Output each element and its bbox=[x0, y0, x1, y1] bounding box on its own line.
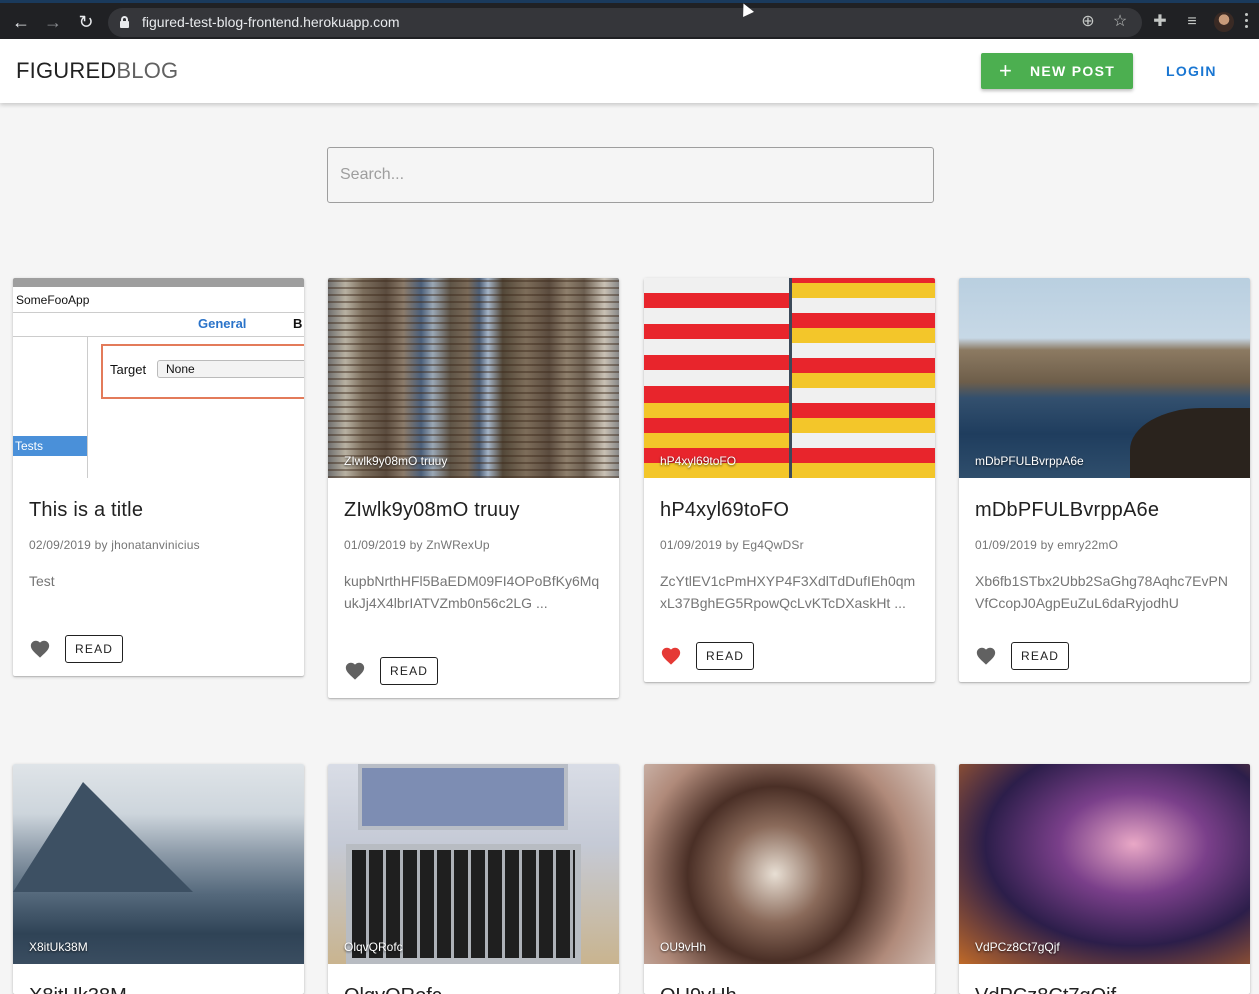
image-caption: ZIwlk9y08mO truuy bbox=[344, 454, 448, 468]
logo-light-text: BLOG bbox=[116, 58, 179, 83]
plus-icon: + bbox=[999, 58, 1014, 83]
login-link[interactable]: LOGIN bbox=[1166, 63, 1217, 79]
post-excerpt: ZcYtlEV1cPmHXYP4F3XdlTdDufIEh0qmxL37BghE… bbox=[660, 573, 916, 611]
post-image[interactable]: mDbPFULBvrppA6e bbox=[959, 278, 1250, 478]
read-button[interactable]: READ bbox=[380, 657, 439, 685]
image-caption: OlqvQRofc bbox=[344, 940, 403, 954]
read-button[interactable]: READ bbox=[65, 635, 124, 663]
url-text[interactable]: figured-test-blog-frontend.herokuapp.com bbox=[142, 8, 400, 37]
post-title[interactable]: hP4xyl69toFO bbox=[660, 499, 789, 522]
post-title[interactable]: VdPCz8Ct7gQjf bbox=[975, 985, 1116, 994]
post-title[interactable]: This is a title bbox=[29, 499, 143, 522]
post-card: OU9vHh OU9vHh bbox=[644, 764, 935, 994]
back-arrow-icon[interactable]: ← bbox=[10, 11, 32, 33]
search-input[interactable] bbox=[327, 147, 934, 203]
heart-icon[interactable] bbox=[344, 660, 366, 682]
post-card: mDbPFULBvrppA6e mDbPFULBvrppA6e 01/09/20… bbox=[959, 278, 1250, 682]
post-image[interactable]: X8itUk38M bbox=[13, 764, 304, 964]
post-image[interactable]: OlqvQRofc bbox=[328, 764, 619, 964]
logo-bold-text: FIGURED bbox=[16, 58, 117, 83]
image-caption: VdPCz8Ct7gQjf bbox=[975, 940, 1060, 954]
post-meta: 01/09/2019 by ZnWRexUp bbox=[344, 538, 490, 552]
post-card: ZIwlk9y08mO truuy ZIwlk9y08mO truuy 01/0… bbox=[328, 278, 619, 698]
menu-kebab-icon[interactable] bbox=[1245, 13, 1249, 31]
post-excerpt: Test bbox=[29, 573, 55, 589]
forward-arrow-icon[interactable]: → bbox=[42, 11, 64, 33]
heart-icon[interactable] bbox=[29, 638, 51, 660]
post-title[interactable]: ZIwlk9y08mO truuy bbox=[344, 499, 520, 522]
site-logo[interactable]: FIGUREDBLOG bbox=[16, 58, 178, 84]
post-excerpt: Xb6fb1STbx2Ubb2SaGhg78Aqhc7EvPNVfCcopJ0A… bbox=[975, 573, 1228, 611]
heart-icon[interactable] bbox=[660, 645, 682, 667]
add-bookmark-circle-icon[interactable]: ⊕ bbox=[1078, 12, 1098, 32]
post-excerpt: kupbNrthHFl5BaEDM09FI4OPoBfKy6MqukJj4X4l… bbox=[344, 573, 600, 611]
browser-toolbar: ← → ↻ figured-test-blog-frontend.herokua… bbox=[0, 0, 1259, 39]
image-tests-label: Tests bbox=[13, 436, 87, 456]
lock-icon bbox=[120, 16, 129, 28]
post-card: OlqvQRofc OlqvQRofc bbox=[328, 764, 619, 994]
image-tab-text: General bbox=[198, 316, 247, 331]
image-caption: OU9vHh bbox=[660, 940, 707, 954]
read-button[interactable]: READ bbox=[1011, 642, 1070, 670]
image-app-title: SomeFooApp bbox=[13, 287, 304, 313]
post-image[interactable]: SomeFooApp General B Target None Tests bbox=[13, 278, 304, 478]
app-header: FIGUREDBLOG + NEW POST LOGIN bbox=[0, 39, 1259, 103]
post-meta: 02/09/2019 by jhonatanvinicius bbox=[29, 538, 200, 552]
reading-list-icon[interactable]: ≡ bbox=[1182, 12, 1202, 32]
post-title[interactable]: OlqvQRofc bbox=[344, 985, 442, 994]
image-target-label: Target bbox=[110, 362, 147, 377]
post-card: hP4xyl69toFO hP4xyl69toFO 01/09/2019 by … bbox=[644, 278, 935, 682]
post-image[interactable]: VdPCz8Ct7gQjf bbox=[959, 764, 1250, 964]
heart-icon[interactable] bbox=[975, 645, 997, 667]
post-image[interactable]: ZIwlk9y08mO truuy bbox=[328, 278, 619, 478]
post-title[interactable]: X8itUk38M bbox=[29, 985, 127, 994]
image-caption: X8itUk38M bbox=[29, 940, 88, 954]
image-tab2-text: B bbox=[293, 316, 303, 331]
post-title[interactable]: mDbPFULBvrppA6e bbox=[975, 499, 1159, 522]
new-post-label: NEW POST bbox=[1030, 63, 1116, 79]
read-button[interactable]: READ bbox=[696, 642, 755, 670]
post-card: X8itUk38M X8itUk38M bbox=[13, 764, 304, 994]
profile-avatar[interactable] bbox=[1214, 12, 1234, 32]
image-target-value: None bbox=[157, 360, 304, 378]
new-post-button[interactable]: + NEW POST bbox=[981, 53, 1133, 89]
reload-icon[interactable]: ↻ bbox=[75, 11, 97, 33]
image-caption: hP4xyl69toFO bbox=[660, 454, 737, 468]
post-card: SomeFooApp General B Target None Tests T… bbox=[13, 278, 304, 676]
puzzle-extension-icon[interactable]: ✚ bbox=[1150, 12, 1170, 32]
address-bar[interactable]: figured-test-blog-frontend.herokuapp.com… bbox=[108, 8, 1142, 37]
post-title[interactable]: OU9vHh bbox=[660, 985, 737, 994]
post-meta: 01/09/2019 by emry22mO bbox=[975, 538, 1119, 552]
image-caption: mDbPFULBvrppA6e bbox=[975, 454, 1084, 468]
post-meta: 01/09/2019 by Eg4QwDSr bbox=[660, 538, 804, 552]
post-image[interactable]: hP4xyl69toFO bbox=[644, 278, 935, 478]
star-icon[interactable]: ☆ bbox=[1110, 12, 1130, 32]
post-image[interactable]: OU9vHh bbox=[644, 764, 935, 964]
post-card: VdPCz8Ct7gQjf VdPCz8Ct7gQjf bbox=[959, 764, 1250, 994]
